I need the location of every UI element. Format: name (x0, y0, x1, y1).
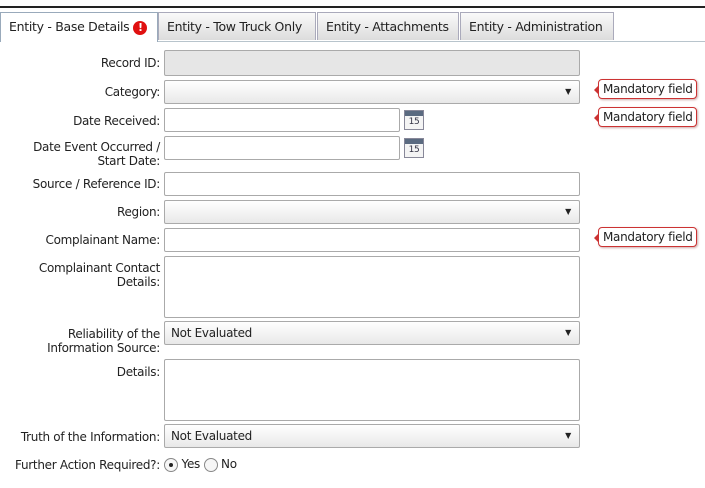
calendar-icon[interactable]: 15 (404, 138, 424, 158)
mandatory-tooltip: Mandatory field (594, 79, 697, 99)
date-received-input[interactable] (164, 108, 400, 132)
complainant-name-input[interactable] (164, 228, 580, 252)
mandatory-tooltip: Mandatory field (594, 107, 697, 127)
further-action-radio-group: Yes No (164, 456, 237, 472)
radio-no-label[interactable]: No (221, 457, 237, 471)
tab-bar: Entity - Base Details! Entity - Tow Truc… (0, 12, 705, 42)
source-ref-label: Source / Reference ID: (32, 177, 161, 191)
tab-base-details[interactable]: Entity - Base Details! (0, 12, 158, 42)
tab-attachments[interactable]: Entity - Attachments (317, 12, 459, 40)
mandatory-tooltip: Mandatory field (594, 227, 697, 247)
tab-tow-truck[interactable]: Entity - Tow Truck Only (158, 12, 316, 40)
reliability-value: Not Evaluated (171, 326, 252, 340)
reliability-select[interactable]: Not Evaluated ▼ (164, 321, 580, 345)
details-textarea[interactable] (164, 359, 580, 421)
record-id-input[interactable] (164, 50, 580, 76)
complainant-contact-textarea[interactable] (164, 256, 580, 318)
region-label: Region: (116, 205, 160, 219)
calendar-icon[interactable]: 15 (404, 110, 424, 130)
radio-yes-label[interactable]: Yes (182, 457, 201, 471)
region-select[interactable]: ▼ (164, 200, 580, 224)
chevron-down-icon: ▼ (565, 207, 571, 216)
radio-yes[interactable] (164, 457, 178, 472)
chevron-down-icon: ▼ (565, 328, 571, 337)
tab-administration[interactable]: Entity - Administration (460, 12, 614, 40)
chevron-down-icon: ▼ (565, 431, 571, 440)
source-ref-input[interactable] (164, 172, 580, 196)
complainant-contact-label: Complainant Contact Details: (38, 261, 160, 289)
date-event-input[interactable] (164, 136, 400, 160)
complainant-name-label: Complainant Name: (45, 233, 161, 247)
radio-no[interactable] (203, 457, 218, 472)
chevron-down-icon: ▼ (565, 87, 571, 96)
top-divider (0, 6, 705, 8)
truth-value: Not Evaluated (171, 429, 252, 443)
date-event-label: Date Event Occurred / Start Date: (33, 140, 160, 168)
date-received-label: Date Received: (73, 114, 160, 128)
category-select[interactable]: ▼ (164, 80, 580, 104)
truth-label: Truth of the Information: (20, 430, 160, 444)
further-action-label: Further Action Required?: (15, 458, 160, 472)
truth-select[interactable]: Not Evaluated ▼ (164, 424, 580, 448)
tab-label: Entity - Administration (469, 19, 603, 34)
error-icon: ! (133, 20, 148, 35)
details-label: Details: (116, 365, 161, 379)
category-label: Category: (104, 85, 161, 99)
record-id-label: Record ID: (100, 56, 160, 70)
tab-label: Entity - Base Details (9, 19, 130, 34)
reliability-label: Reliability of the Information Source: (47, 327, 160, 355)
tab-label: Entity - Attachments (326, 19, 449, 34)
tab-label: Entity - Tow Truck Only (167, 19, 302, 34)
